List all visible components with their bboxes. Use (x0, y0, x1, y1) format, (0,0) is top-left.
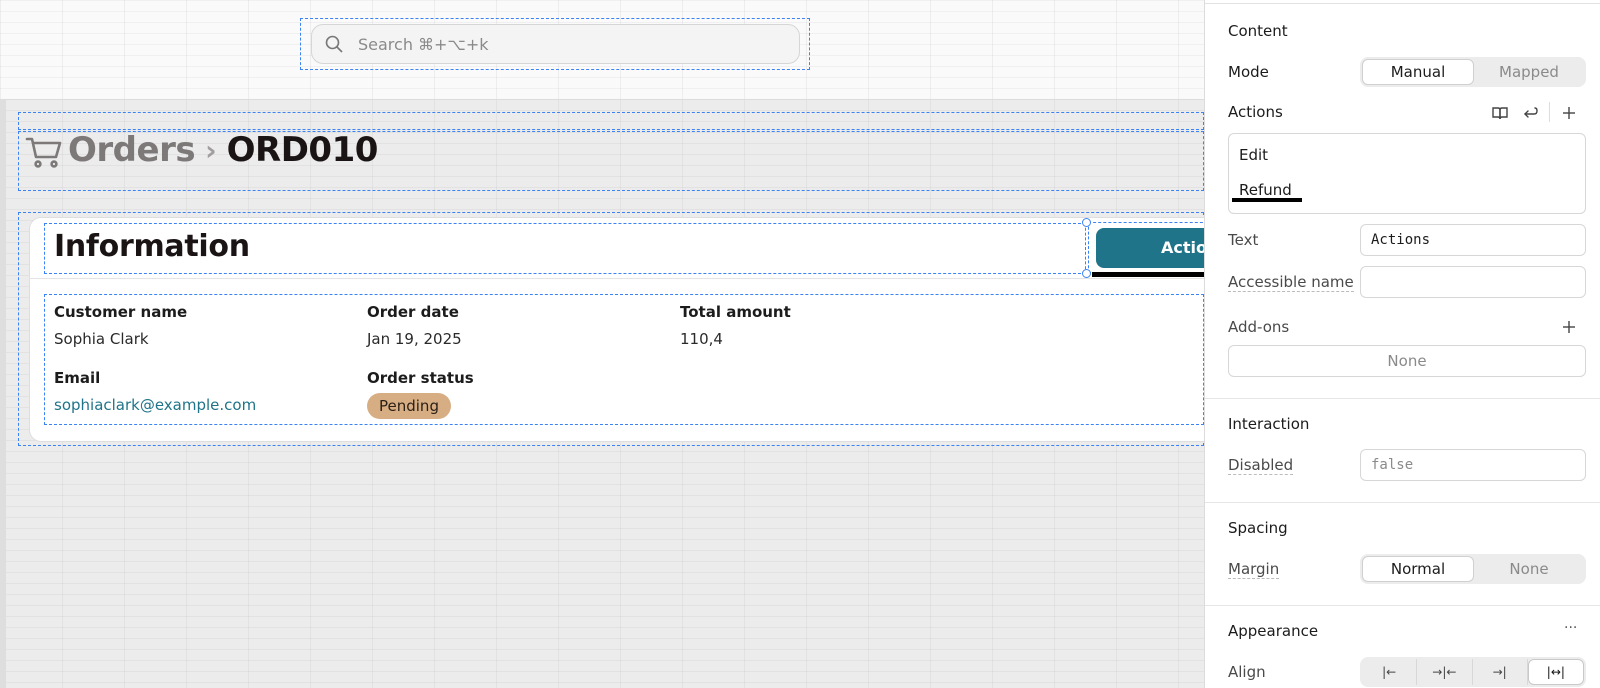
align-toggle: |← →|← →| |↔| (1360, 657, 1586, 687)
search-icon (325, 35, 343, 53)
plus-icon[interactable] (1560, 104, 1578, 122)
align-center-icon[interactable]: →|← (1417, 659, 1473, 685)
actions-list: Edit Refund (1228, 133, 1586, 214)
page-selection-outline (18, 112, 1204, 130)
panel-top-divider (1205, 0, 1600, 4)
margin-label: Margin (1228, 560, 1280, 579)
resize-handle-top[interactable] (1082, 218, 1091, 227)
actions-underline (1092, 272, 1204, 277)
content-heading: Content (1228, 22, 1288, 40)
disabled-input[interactable]: false (1360, 449, 1586, 481)
appearance-heading: Appearance (1228, 622, 1319, 640)
actions-icon-divider (1549, 102, 1550, 122)
total-amount-label: Total amount (680, 303, 791, 321)
actions-label: Actions (1228, 103, 1283, 121)
cart-icon (25, 137, 62, 168)
section-divider (1205, 398, 1600, 399)
align-right-icon[interactable]: →| (1473, 659, 1528, 685)
customer-name-value: Sophia Clark (54, 330, 149, 348)
customer-name-label: Customer name (54, 303, 188, 321)
interaction-heading: Interaction (1228, 415, 1310, 433)
order-date-label: Order date (367, 303, 459, 321)
order-status-label: Order status (367, 369, 474, 387)
actions-button[interactable]: Actions (1096, 228, 1204, 268)
mode-label: Mode (1228, 63, 1269, 81)
mode-option-manual[interactable]: Manual (1362, 59, 1474, 85)
spacing-heading: Spacing (1228, 519, 1288, 537)
mode-option-mapped[interactable]: Mapped (1474, 59, 1584, 85)
action-item-edit[interactable]: Edit (1239, 146, 1268, 164)
resize-handle-bottom[interactable] (1082, 269, 1091, 278)
more-icon[interactable]: ··· (1564, 620, 1577, 636)
text-input[interactable]: Actions (1360, 224, 1586, 256)
card-title: Information (54, 229, 250, 264)
page-title: ORD010 (226, 130, 379, 170)
breadcrumb-separator: › (205, 133, 217, 167)
accessible-name-label: Accessible name (1228, 273, 1354, 292)
action-item-refund[interactable]: Refund (1239, 181, 1292, 199)
email-link[interactable]: sophiaclark@example.com (54, 396, 256, 414)
book-icon[interactable] (1491, 104, 1509, 122)
inspector-panel: Content Mode Manual Mapped Actions Edit … (1204, 0, 1600, 688)
addons-label: Add-ons (1228, 318, 1290, 336)
status-badge: Pending (367, 393, 451, 419)
align-left-icon[interactable]: |← (1362, 659, 1418, 685)
addons-plus-icon[interactable] (1560, 318, 1578, 336)
refund-underline (1232, 198, 1302, 202)
order-date-value: Jan 19, 2025 (367, 330, 462, 348)
search-placeholder: Search ⌘+⌥+k (358, 34, 489, 54)
total-amount-value: 110,4 (680, 330, 723, 348)
mode-toggle: Manual Mapped (1360, 57, 1586, 87)
search-input[interactable]: Search ⌘+⌥+k (311, 24, 800, 64)
addons-none-box[interactable]: None (1228, 345, 1586, 377)
return-icon[interactable] (1521, 104, 1539, 122)
margin-option-normal[interactable]: Normal (1362, 556, 1474, 582)
accessible-name-input[interactable] (1360, 266, 1586, 298)
section-divider (1205, 502, 1600, 503)
card-divider (29, 278, 1204, 279)
canvas-left-gutter (0, 100, 6, 688)
canvas: Search ⌘+⌥+k Orders › ORD010 Information… (0, 0, 1204, 688)
margin-option-none[interactable]: None (1474, 556, 1584, 582)
align-label: Align (1228, 663, 1266, 681)
align-stretch-icon[interactable]: |↔| (1527, 659, 1584, 685)
breadcrumb-parent-link[interactable]: Orders (68, 130, 196, 170)
margin-toggle: Normal None (1360, 554, 1586, 584)
disabled-label: Disabled (1228, 456, 1294, 475)
text-label: Text (1228, 231, 1259, 249)
breadcrumb: Orders › ORD010 (24, 130, 378, 170)
email-label: Email (54, 369, 101, 387)
section-divider (1205, 605, 1600, 606)
